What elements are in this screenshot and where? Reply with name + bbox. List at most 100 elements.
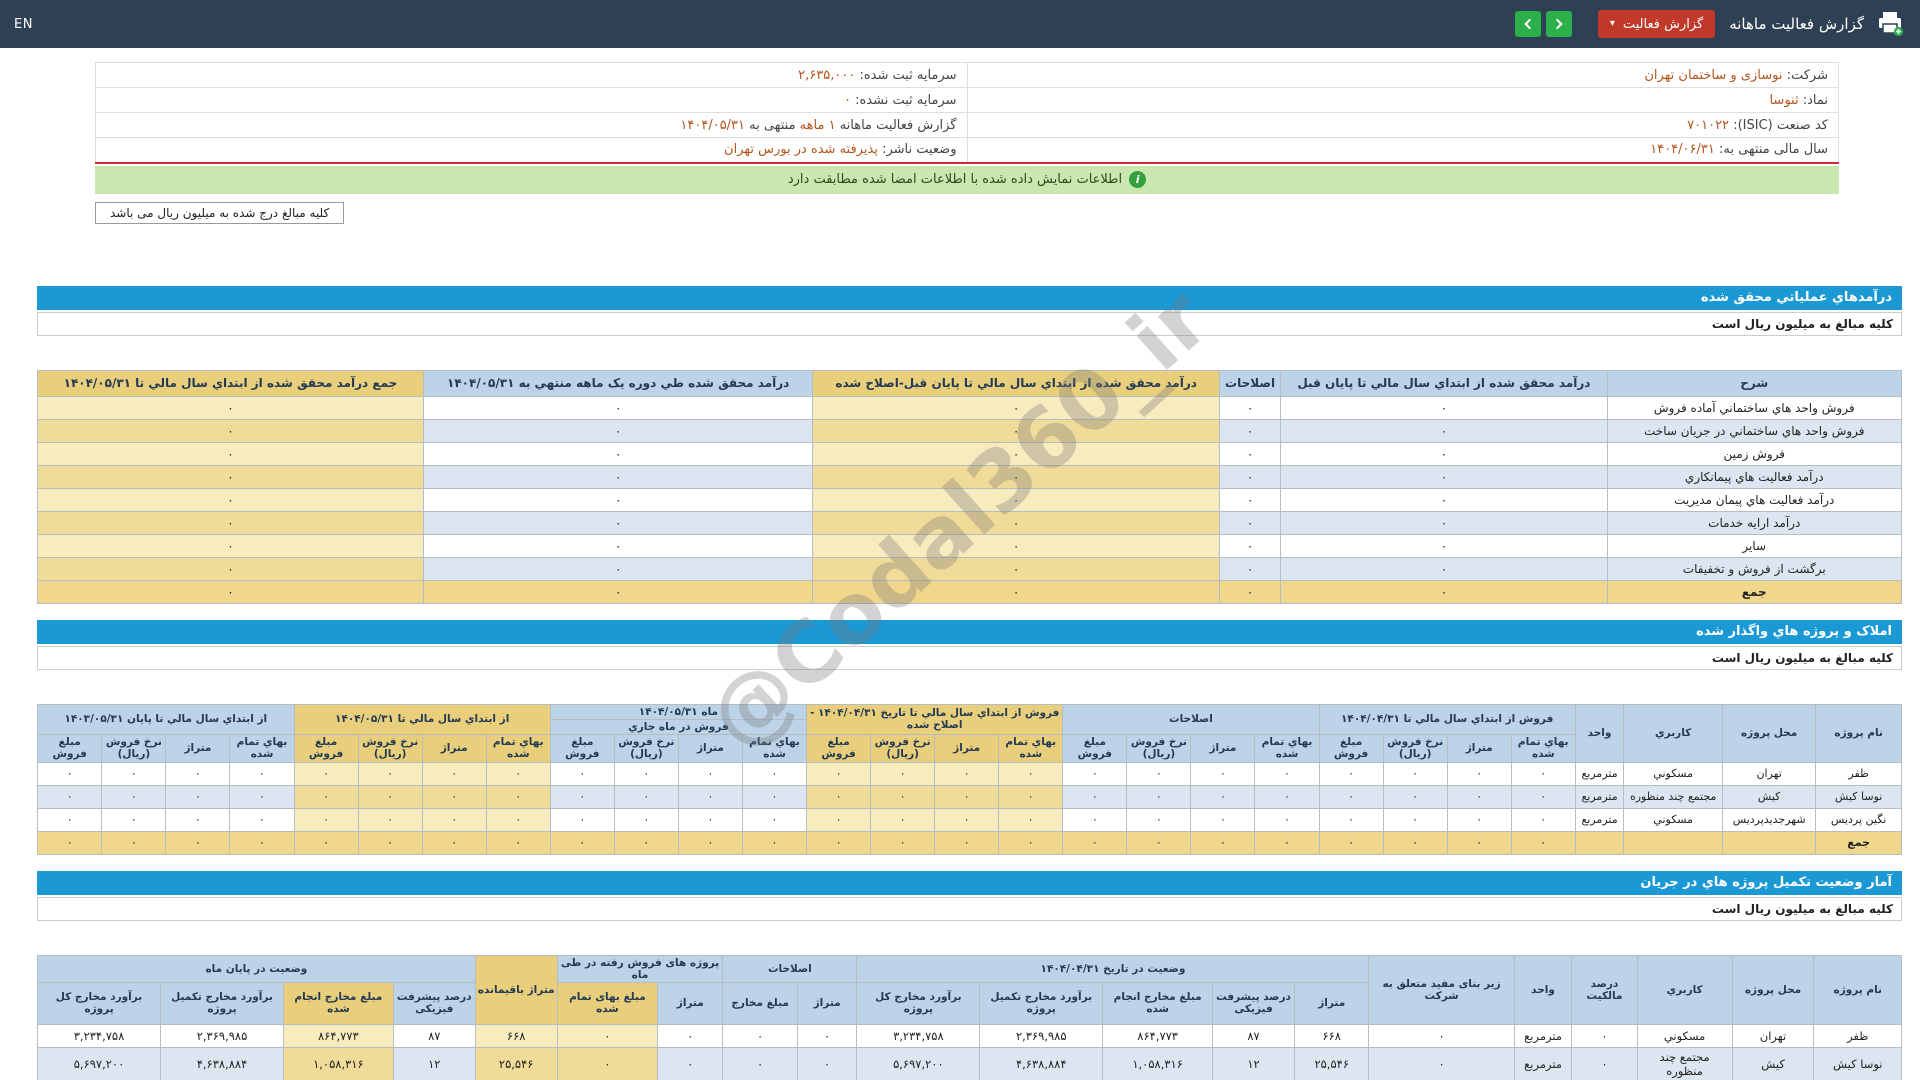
row-label: برگشت از فروش و تخفیفات (1606, 556, 1902, 581)
value-cell: ۰ (357, 784, 423, 809)
table-row: نوسا کیش کیش مجتمع چند منظوره ۰ مترمربع ۰ ۲۵,۵… (36, 1046, 1902, 1080)
column-header: متراژ (1446, 733, 1512, 763)
value-cell: ۰ (812, 395, 1220, 420)
value-cell: ۰ (741, 784, 808, 809)
print-report-button[interactable] (1874, 9, 1906, 39)
column-header: مبلغ مخارج (722, 981, 798, 1025)
project-name-cell: جمع (1815, 830, 1902, 855)
isic-label: کد صنعت (ISIC): (1733, 117, 1828, 133)
project-usage-cell: مجتمع چند منظوره (1636, 1046, 1733, 1080)
value-cell: ۲۵,۵۴۶ (474, 1046, 558, 1080)
column-header: واحد (1574, 703, 1625, 763)
value-cell: ۰ (613, 784, 679, 809)
report-until-label: منتهی به (749, 117, 796, 133)
group-subheader: فروش در ماه جاري (549, 718, 808, 735)
company-link[interactable]: نوسازی و ساختمان تهران (1644, 68, 1782, 83)
value-cell: ۰ (485, 761, 551, 786)
column-header: متراژ (796, 981, 858, 1025)
column-header: مبلغ فروش (806, 733, 872, 763)
next-report-button[interactable] (1545, 11, 1572, 37)
printer-plus-icon (1876, 11, 1904, 37)
section-title: آمار وضعیت تکمیل پروژه هاي در جریان (1640, 875, 1892, 891)
transferred-projects-table: نام پروژه محل پروژه کاربري واحد فروش از ابتد… (36, 703, 1902, 855)
group-header: ماه ۱۴۰۴/۰۵/۳۱ (549, 703, 808, 720)
value-cell: ۰ (677, 784, 743, 809)
company-info-panel: شرکت: نوسازی و ساختمان تهران سرمایه ثبت … (95, 62, 1839, 224)
operating-revenue-table: شرح درآمد محقق شده از ابتداي سال مالي تا … (37, 369, 1902, 604)
value-cell: ۰ (36, 761, 103, 786)
chevron-down-icon: ▾ (1609, 18, 1615, 29)
reg-capital-value: ۲,۶۳۵,۰۰۰ (798, 67, 856, 83)
column-header: شرح (1606, 369, 1902, 397)
value-cell: ۰ (229, 761, 295, 786)
column-header: نرخ فروش (ریال) (870, 733, 936, 763)
value-cell: ۰ (485, 807, 551, 832)
value-cell: ۰ (485, 830, 551, 855)
value-cell: ۰ (422, 510, 814, 535)
value-cell: ۰ (870, 807, 936, 832)
value-cell: ۰ (101, 784, 167, 809)
project-unit-cell: مترمربع (1513, 1046, 1573, 1080)
value-cell: ۰ (549, 761, 615, 786)
project-name-cell: نگین پردیس (1815, 807, 1902, 832)
report-period-value: ۱ ماهه (799, 117, 836, 133)
table-row: جمع ۰ ۰ ۰ ۰ ۰ ۰ ۰ ۰ ۰ ۰ ۰ ۰ ۰ ۰ ۰ ۰ ۰ ۰ ۰ ۰ ۰ ۰ ۰ ۰ (36, 830, 1902, 855)
value-cell: ۰ (1382, 807, 1448, 832)
column-header: نام پروژه (1813, 954, 1902, 1025)
value-cell: ۰ (37, 464, 424, 489)
column-header: برآورد مخارج کل پروژه (36, 981, 162, 1025)
value-cell: ۰ (1218, 441, 1282, 466)
value-cell: ۰ (1510, 830, 1576, 855)
value-cell: ۰ (998, 761, 1064, 786)
value-cell: ۰ (1280, 556, 1608, 581)
value-cell: ۰ (613, 761, 679, 786)
column-header: واحد (1513, 954, 1573, 1025)
value-cell: ۰ (1382, 761, 1448, 786)
project-location-cell: شهرجدیدپردیس (1722, 807, 1817, 832)
issuer-status-value: پذیرفته شده در بورس تهران (724, 142, 878, 158)
value-cell: ۰ (1062, 761, 1128, 786)
company-label: شرکت: (1786, 67, 1828, 83)
value-cell: ۰ (1126, 761, 1192, 786)
table-row: درآمد فعالیت هاي پیمان مدیریت ۰ ۰ ۰ ۰ ۰ (37, 487, 1902, 512)
value-cell: ۰ (1218, 395, 1282, 420)
info-row: نماد: ثنوسا سرمایه ثبت نشده: ۰ (95, 87, 1839, 113)
value-cell: ۰ (229, 807, 295, 832)
value-cell: ۰ (998, 784, 1064, 809)
symbol-cell: نماد: ثنوسا (966, 87, 1839, 113)
value-cell: ۰ (1218, 533, 1282, 558)
report-type-dropdown[interactable]: گزارش فعالیت ▾ (1597, 10, 1716, 38)
report-end-date: ۱۴۰۴/۰۵/۳۱ (680, 117, 746, 133)
column-header: متراژ (1190, 733, 1256, 763)
unreg-capital-value: ۰ (843, 92, 851, 108)
value-cell: ۸۷ (1212, 1023, 1295, 1048)
column-header: زیر بنای مفید متعلق به شرکت (1368, 954, 1515, 1025)
value-cell: ۱,۰۵۸,۳۱۶ (1102, 1046, 1214, 1080)
value-cell: ۰ (934, 784, 1000, 809)
section-operating-revenue: درآمدهاي عملياتي محقق شده کلیه مبالغ به … (37, 285, 1902, 604)
value-cell: ۰ (1318, 830, 1384, 855)
value-cell: ۰ (101, 761, 167, 786)
value-cell: ۰ (357, 761, 423, 786)
value-cell: ۰ (812, 487, 1220, 512)
value-cell: ۰ (422, 556, 814, 581)
value-cell: ۰ (1318, 807, 1384, 832)
value-cell: ۰ (1062, 830, 1128, 855)
value-cell: ۰ (1280, 579, 1608, 604)
column-header: مبلغ فروش (293, 733, 359, 763)
symbol-link[interactable]: ثنوسا (1769, 93, 1798, 108)
value-cell: ۰ (806, 761, 872, 786)
amounts-note-row: کلیه مبالغ به میلیون ریال است (37, 645, 1902, 670)
row-label: فروش واحد هاي ساختماني در جریان ساخت (1606, 418, 1902, 443)
amounts-note-text: کلیه مبالغ به میلیون ریال است (1711, 316, 1893, 331)
value-cell: ۰ (1280, 510, 1608, 535)
table-row: درآمد ارایه خدمات ۰ ۰ ۰ ۰ ۰ (37, 510, 1902, 535)
page-root: { "theme": { "topbar_bg": "#2e4053", "ac… (0, 0, 1920, 1080)
prev-report-button[interactable] (1514, 11, 1541, 37)
amounts-note-row: کلیه مبالغ به میلیون ریال است (37, 311, 1902, 336)
language-toggle[interactable]: EN (14, 17, 33, 32)
signed-info-notice: i اطلاعات نمایش داده شده با اطلاعات امضا… (95, 165, 1839, 194)
value-cell: ۰ (1280, 487, 1608, 512)
column-header: درآمد محقق شده از ابتداي سال مالي تا پای… (812, 369, 1220, 397)
value-cell: ۰ (421, 807, 487, 832)
